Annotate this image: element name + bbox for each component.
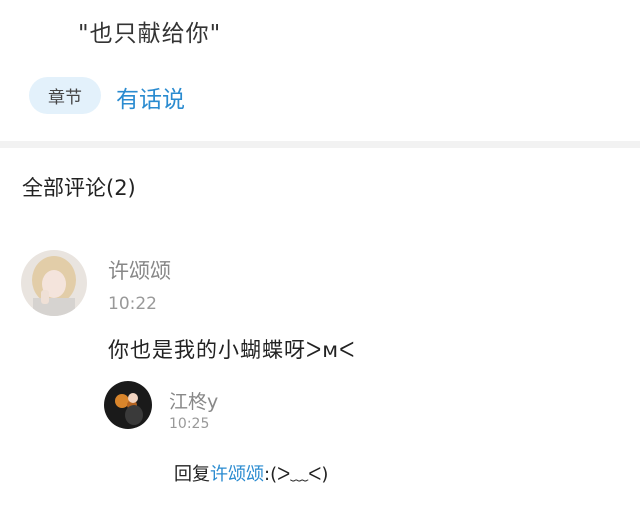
comment-time: 10:22 [108,294,157,314]
reply-body: :(ᐳ﹏ᐸ) [264,464,329,485]
comment-text: 你也是我的小蝴蝶呀ᐳмᐸ [108,338,356,362]
avatar[interactable] [21,250,87,316]
comment-author[interactable]: 许颂颂 [108,255,171,285]
section-divider [0,141,640,148]
avatar[interactable] [104,381,152,429]
reply-text: 回复许颂颂:(ᐳ﹏ᐸ) [174,460,328,486]
user-avatar-icon [21,250,87,316]
reply-prefix: 回复 [174,464,210,485]
reply-time: 10:25 [169,416,210,432]
chapter-quote: "也只献给你" [78,21,222,47]
comments-title: 全部评论(2) [22,176,136,200]
talk-link[interactable]: 有话说 [116,80,185,114]
user-avatar-icon [104,381,152,429]
reply-author[interactable]: 江柊y [169,387,218,414]
reply-mention[interactable]: 许颂颂 [210,464,264,485]
chapter-chip[interactable]: 章节 [29,77,101,114]
